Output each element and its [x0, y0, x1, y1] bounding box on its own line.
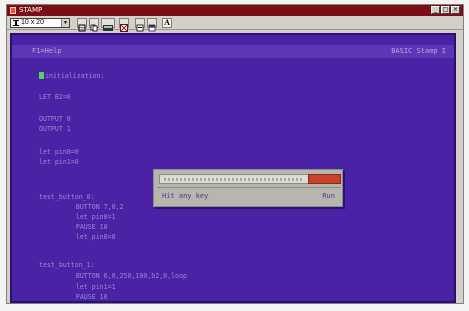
code-line: let pin1=1 — [56, 283, 116, 291]
code-line: LET B2=0 — [39, 93, 71, 101]
code-line: test_button_0: — [39, 193, 95, 201]
properties-glyph-icon — [136, 24, 144, 32]
dos-screen[interactable]: F1=Help BASIC Stamp I initialization: LE… — [10, 33, 456, 303]
code-line: BUTTON 7,0,2 — [56, 203, 124, 211]
text-cursor — [39, 72, 44, 79]
toolbar: 10 x 20 ▼ A — [7, 16, 463, 32]
font-size-value: 10 x 20 — [21, 19, 44, 26]
dos-window: STAMP _ □ × 10 x 20 ▼ A F1=Help BASIC St… — [6, 4, 464, 304]
copy-glyph-icon — [90, 24, 98, 32]
background-glyph-icon — [148, 24, 156, 32]
code-line: PAUSE 10 — [56, 223, 108, 231]
paste-glyph-icon — [103, 25, 113, 31]
close-button[interactable]: × — [451, 6, 460, 14]
code-line: test_button_1: — [39, 261, 95, 269]
dialog-input-field — [159, 174, 309, 184]
paste-icon[interactable] — [101, 18, 115, 31]
fullscreen-glyph-icon — [120, 24, 128, 32]
dialog-status: Run — [322, 192, 335, 200]
fullscreen-icon[interactable] — [119, 18, 129, 32]
font-icon[interactable]: A — [162, 18, 172, 28]
code-line: OUTPUT 1 — [39, 125, 71, 133]
code-line: initialization: — [39, 72, 105, 80]
code-line: let pin1=0 — [39, 158, 79, 166]
background-icon[interactable] — [147, 18, 157, 32]
font-size-select[interactable]: 10 x 20 ▼ — [10, 18, 70, 28]
dialog-message: Hit any key — [162, 192, 209, 200]
font-grip-icon — [13, 20, 19, 26]
code-line: PAUSE 10 — [56, 293, 108, 301]
code-line: let pin0=0 — [56, 233, 116, 241]
maximize-button[interactable]: □ — [441, 6, 450, 14]
dialog-dashes — [164, 178, 304, 181]
window-icon[interactable] — [77, 18, 87, 32]
title-bar[interactable]: STAMP _ □ × — [7, 5, 463, 16]
app-icon[interactable] — [10, 7, 16, 14]
code-line: OUTPUT 0 — [39, 115, 71, 123]
code-line: let pin0=0 — [39, 148, 79, 156]
code-editor[interactable]: initialization: LET B2=0 OUTPUT 0 OUTPUT… — [12, 35, 454, 301]
dropdown-arrow-icon[interactable]: ▼ — [61, 19, 69, 27]
dialog-divider — [157, 187, 341, 188]
code-line: let pin0=1 — [56, 213, 116, 221]
properties-icon[interactable] — [135, 18, 145, 32]
window-controls: _ □ × — [431, 6, 460, 14]
copy-icon[interactable] — [89, 18, 99, 32]
minimize-button[interactable]: _ — [431, 6, 440, 14]
code-line: BUTTON 6,0,250,100,b2,0,loop — [56, 272, 188, 280]
progress-bar — [308, 174, 341, 184]
window-title: STAMP — [19, 6, 43, 14]
window-glyph-icon — [78, 24, 86, 32]
run-dialog[interactable]: Hit any key Run — [153, 169, 343, 207]
